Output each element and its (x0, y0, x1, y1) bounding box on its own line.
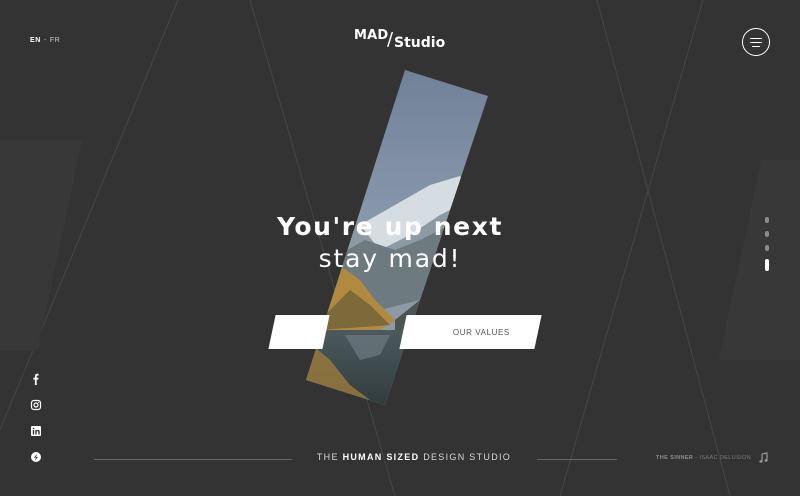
credit-artist: ISAAC DELUSION (699, 455, 752, 461)
slide-dot-1[interactable] (765, 217, 769, 223)
headline-line1: You're up next (276, 212, 504, 241)
slide-indicator (764, 217, 770, 279)
slide-dot-2[interactable] (765, 231, 769, 237)
our-values-button[interactable]: OUR VALUES (399, 315, 542, 349)
instagram-icon[interactable] (30, 399, 42, 411)
music-note-icon[interactable] (759, 452, 769, 464)
slide-dot-4-active[interactable] (765, 259, 769, 271)
cta-left-button[interactable] (268, 315, 330, 349)
footer-tagline: THE HUMAN SIZED DESIGN STUDIO (292, 452, 536, 462)
tagline-bold: HUMAN SIZED (342, 452, 420, 462)
facebook-icon[interactable] (30, 373, 42, 385)
tagline-pre: THE (316, 452, 343, 462)
hero-headline: You're up next stay mad! (200, 210, 580, 274)
social-links (30, 373, 44, 477)
headline-line2: stay mad! (318, 244, 462, 273)
tagline-post: DESIGN STUDIO (419, 452, 512, 462)
footer-line-left (94, 459, 292, 460)
credit-song: THE SINNER (656, 455, 694, 461)
music-credit[interactable]: THE SINNER - ISAAC DELUSION (656, 455, 751, 461)
linkedin-icon[interactable] (30, 425, 42, 437)
footer-line-right (537, 459, 617, 460)
page: EN - FR MAD / Studio You're up next stay… (0, 0, 800, 496)
behance-icon[interactable] (30, 451, 42, 463)
slide-dot-3[interactable] (765, 245, 769, 251)
our-values-label: OUR VALUES (453, 327, 510, 337)
